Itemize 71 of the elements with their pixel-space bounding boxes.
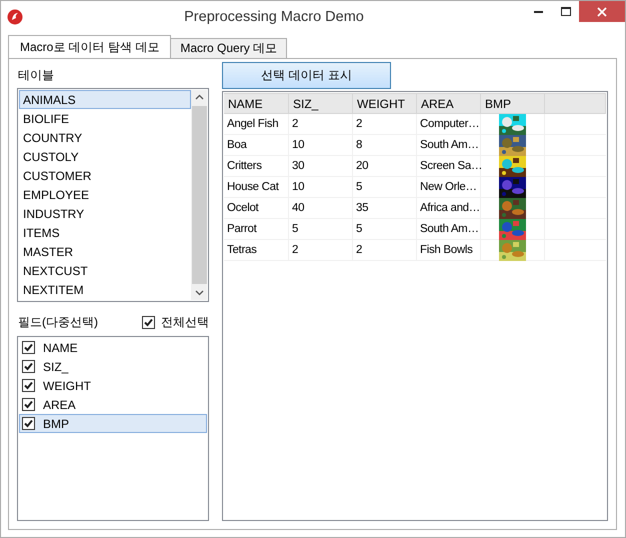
field-item[interactable]: SIZ_ [19,357,207,376]
table-cell: Fish Bowls [417,240,481,260]
table-cell: 5 [289,219,353,239]
table-item[interactable]: ITEMS [19,223,191,242]
maximize-icon [560,7,570,16]
check-icon [24,400,33,409]
tab[interactable]: Macro로 데이터 탐색 데모 [8,35,172,59]
table-cell: 10 [289,177,353,197]
table-cell: 10 [289,135,353,155]
table-cell: South Am… [417,219,481,239]
minimize-icon [534,10,543,13]
table-item[interactable]: INDUSTRY [19,204,191,223]
show-data-button[interactable]: 선택 데이터 표시 [222,62,391,89]
table-cell: Screen Sa… [417,156,481,176]
table-cell: 30 [289,156,353,176]
column-header[interactable]: NAME [224,93,289,114]
fields-list[interactable]: NAME SIZ_ WEIGHT AREA BMP [17,336,209,521]
table-cell: 5 [353,219,417,239]
column-header[interactable]: AREA [417,93,481,114]
check-icon [144,318,153,326]
column-header[interactable]: SIZ_ [289,93,353,114]
table-cell: Africa and… [417,198,481,218]
header-filler [545,93,606,114]
tables-list[interactable]: ANIMALS BIOLIFE COUNTRY CUSTOLY CUSTOMER EMPLOYEE INDUSTRY ITEMS MASTER NEXTCUST NEXTITEM [17,88,209,302]
tables-label: 테이블 [17,66,55,84]
table-item[interactable]: MASTER [19,242,191,261]
table-cell: 2 [289,114,353,134]
table-item[interactable]: CUSTOMER [19,166,191,185]
close-button[interactable] [579,1,625,22]
table-cell: Angel Fish [224,114,289,134]
table-cell: Critters [224,156,289,176]
window-title: Preprocessing Macro Demo [183,8,365,24]
table-item[interactable]: COUNTRY [19,128,191,147]
table-item[interactable]: NEXTCUST [19,261,191,280]
table-item[interactable]: ANIMALS [19,90,191,109]
table-cell: 5 [353,177,417,197]
table-cell: 40 [289,198,353,218]
table-item[interactable]: CUSTOLY [19,147,191,166]
table-cell: New Orle… [417,177,481,197]
tab[interactable]: Macro Query 데모 [170,38,288,59]
app-icon [7,8,23,24]
field-item[interactable]: NAME [19,338,207,357]
select-all-checkbox[interactable]: 전체선택 [142,314,209,330]
table-cell: 20 [353,156,417,176]
table-cell: Tetras [224,240,289,260]
field-item[interactable]: BMP [19,414,207,433]
table-cell: 2 [353,240,417,260]
table-item[interactable]: BIOLIFE [19,109,191,128]
table-cell: 35 [353,198,417,218]
table-cell: Computer… [417,114,481,134]
table-cell: House Cat [224,177,289,197]
check-icon [24,381,33,390]
scrollbar[interactable] [191,90,207,300]
table-cell: Boa [224,135,289,155]
column-header[interactable]: BMP [481,93,545,114]
table-cell: 2 [289,240,353,260]
check-icon [24,362,33,371]
table-cell: Ocelot [224,198,289,218]
table-cell: 2 [353,114,417,134]
table-cell: Parrot [224,219,289,239]
field-item[interactable]: AREA [19,395,207,414]
table-item[interactable]: EMPLOYEE [19,185,191,204]
fields-label: 필드(다중선택) [17,314,98,330]
table-item[interactable]: NEXTITEM [19,280,191,299]
column-header[interactable]: WEIGHT [353,93,417,114]
check-icon [24,343,33,352]
field-item[interactable]: WEIGHT [19,376,207,395]
table-cell: 8 [353,135,417,155]
close-icon [597,6,607,16]
check-icon [24,419,33,428]
table-cell: South Am… [417,135,481,155]
